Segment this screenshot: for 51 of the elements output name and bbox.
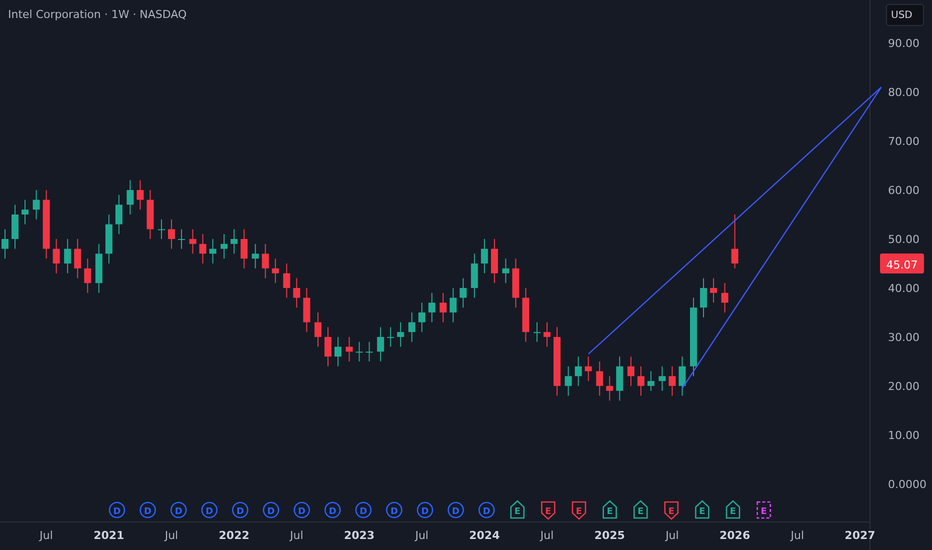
- dividend-marker[interactable]: D: [324, 502, 341, 518]
- time-axis-label: Jul: [540, 529, 554, 542]
- earnings-marker[interactable]: E: [664, 501, 679, 520]
- earnings-marker[interactable]: E: [756, 501, 771, 519]
- time-axis-label: 2025: [594, 529, 625, 542]
- earnings-marker[interactable]: E: [633, 500, 648, 519]
- price-axis-label: 10.00: [888, 428, 920, 442]
- time-axis-label: Jul: [790, 529, 804, 542]
- dividend-marker[interactable]: D: [294, 502, 310, 518]
- time-axis-label: 2023: [344, 529, 375, 542]
- dividend-marker[interactable]: D: [170, 502, 187, 518]
- time-axis-label: 2021: [94, 529, 124, 542]
- price-axis-label: 90.00: [888, 37, 920, 50]
- earnings-marker[interactable]: E: [695, 500, 710, 519]
- price-axis-label: 30.00: [888, 330, 920, 344]
- dividend-marker[interactable]: D: [448, 502, 464, 518]
- price-axis-label: 40.00: [888, 282, 920, 295]
- earnings-marker[interactable]: E: [572, 501, 586, 520]
- chart-title: Intel Corporation · 1W · NASDAQ: [8, 8, 187, 21]
- price-axis-label: 0.0000: [888, 478, 926, 491]
- price-axis-label: 80.00: [888, 86, 920, 100]
- price-axis-label: 20.00: [888, 380, 920, 393]
- dividend-marker[interactable]: D: [478, 502, 495, 518]
- dividend-marker[interactable]: D: [140, 502, 156, 518]
- earnings-marker[interactable]: E: [726, 500, 740, 519]
- dividend-marker[interactable]: D: [201, 502, 218, 518]
- earnings-marker[interactable]: E: [602, 500, 617, 519]
- dividend-marker[interactable]: D: [262, 502, 280, 518]
- dividend-marker[interactable]: D: [108, 502, 126, 518]
- earnings-marker[interactable]: E: [510, 500, 525, 519]
- time-axis-label: 2027: [844, 529, 876, 542]
- price-axis-label: 50.00: [888, 233, 920, 246]
- trend-line[interactable]: [682, 86, 882, 389]
- time-axis-label: Jul: [290, 529, 304, 542]
- trend-line[interactable]: [588, 86, 882, 355]
- currency-button[interactable]: USD: [886, 4, 924, 26]
- price-axis-label: 60.00: [888, 184, 920, 198]
- time-axis-label: 2024: [469, 529, 500, 542]
- time-axis-label: Jul: [40, 529, 53, 542]
- time-axis-label: 2022: [218, 529, 250, 542]
- time-axis-label: 2026: [720, 529, 750, 542]
- time-axis-label: Jul: [164, 529, 178, 542]
- dividend-marker[interactable]: D: [386, 502, 402, 518]
- dividend-marker[interactable]: D: [355, 502, 372, 518]
- dividend-marker[interactable]: D: [232, 502, 248, 518]
- dividend-marker[interactable]: D: [416, 502, 434, 518]
- last-price-label: 45.07: [880, 254, 924, 274]
- price-axis-label: 70.00: [888, 135, 920, 148]
- time-axis-label: Jul: [415, 529, 428, 542]
- time-axis-label: Jul: [666, 529, 679, 542]
- earnings-marker[interactable]: E: [541, 501, 556, 520]
